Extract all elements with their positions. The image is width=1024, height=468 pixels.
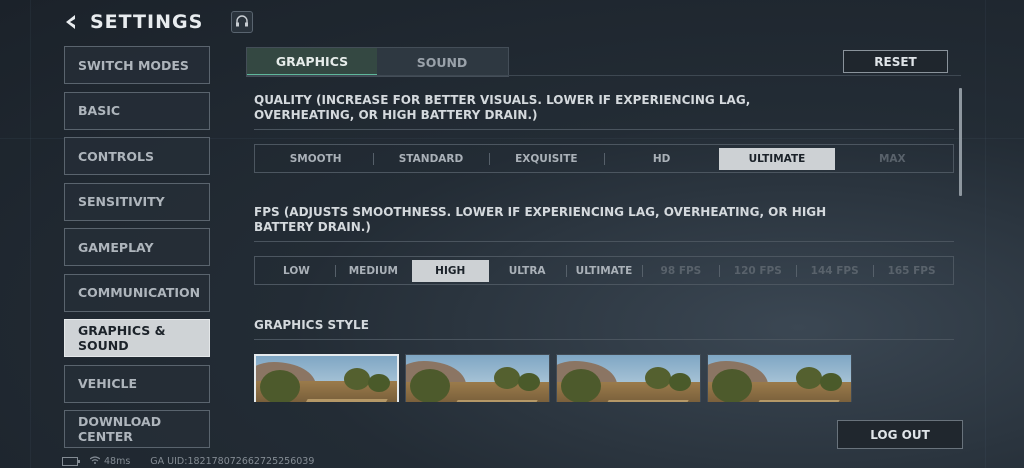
header: SETTINGS xyxy=(62,10,254,34)
sidebar-item-switch-modes[interactable]: SWITCH MODES xyxy=(64,46,210,84)
fps-title: FPS (ADJUSTS SMOOTHNESS. LOWER IF EXPERI… xyxy=(254,205,827,234)
sidebar-item-label: SENSITIVITY xyxy=(78,194,165,209)
sidebar-item-label: VEHICLE xyxy=(78,376,138,391)
quality-section: QUALITY (INCREASE FOR BETTER VISUALS. LO… xyxy=(254,93,954,173)
ping-value: 48ms xyxy=(104,456,131,467)
tab-graphics[interactable]: GRAPHICS xyxy=(247,48,377,76)
divider xyxy=(246,75,961,76)
bg-grid-line xyxy=(30,0,31,468)
fps-option-120: 120 FPS xyxy=(719,260,796,282)
tab-bar: GRAPHICS SOUND xyxy=(246,47,509,77)
sidebar-item-label: BASIC xyxy=(78,103,121,118)
quality-option-standard[interactable]: STANDARD xyxy=(373,148,488,170)
bg-grid-line xyxy=(985,0,986,468)
divider xyxy=(254,339,954,340)
fps-option-low[interactable]: LOW xyxy=(258,260,335,282)
sidebar-item-gameplay[interactable]: GAMEPLAY xyxy=(64,228,210,266)
settings-content: QUALITY (INCREASE FOR BETTER VISUALS. LO… xyxy=(254,80,954,402)
fps-section: FPS (ADJUSTS SMOOTHNESS. LOWER IF EXPERI… xyxy=(254,205,954,285)
graphics-style-option-3[interactable] xyxy=(556,354,701,402)
fps-option-ultra[interactable]: ULTRA xyxy=(489,260,566,282)
sidebar-item-vehicle[interactable]: VEHICLE xyxy=(64,364,210,403)
quality-option-exquisite[interactable]: EXQUISITE xyxy=(488,148,604,170)
graphics-style-option-4[interactable] xyxy=(707,354,852,402)
quality-option-smooth[interactable]: SMOOTH xyxy=(258,148,373,170)
page-title: SETTINGS xyxy=(90,11,204,33)
fps-option-ultimate[interactable]: ULTIMATE xyxy=(565,260,643,282)
battery-icon xyxy=(62,457,80,466)
divider xyxy=(254,129,954,130)
sidebar-item-basic[interactable]: BASIC xyxy=(64,91,210,130)
sidebar-item-graphics-sound[interactable]: GRAPHICS & SOUND xyxy=(64,319,210,357)
sidebar-item-label: GRAPHICS & SOUND xyxy=(78,323,166,353)
tab-sound[interactable]: SOUND xyxy=(377,48,507,76)
wifi-icon xyxy=(89,456,101,467)
back-arrow-icon[interactable] xyxy=(62,13,80,31)
content-scrollbar[interactable] xyxy=(959,88,962,196)
sidebar-item-label: GAMEPLAY xyxy=(78,239,154,255)
sidebar-item-label: SWITCH MODES xyxy=(78,57,189,73)
fps-option-98: 98 FPS xyxy=(642,260,719,282)
graphics-style-list xyxy=(254,354,954,402)
sidebar-item-communication[interactable]: COMMUNICATION xyxy=(64,273,210,312)
fps-option-144: 144 FPS xyxy=(796,260,873,282)
fps-option-high[interactable]: HIGH xyxy=(411,259,489,282)
sidebar-item-label: COMMUNICATION xyxy=(78,285,201,300)
quality-title: QUALITY (INCREASE FOR BETTER VISUALS. LO… xyxy=(254,93,751,122)
sidebar-item-label: DOWNLOAD CENTER xyxy=(78,414,162,444)
graphics-style-title: GRAPHICS STYLE xyxy=(254,318,369,332)
logout-button[interactable]: LOG OUT xyxy=(837,420,963,449)
uid-label: GA UID:182178072662725256039 xyxy=(150,456,315,467)
reset-button[interactable]: RESET xyxy=(843,50,948,73)
quality-option-hd[interactable]: HD xyxy=(603,148,719,170)
sidebar-item-download-center[interactable]: DOWNLOAD CENTER xyxy=(64,410,210,448)
graphics-style-option-1[interactable] xyxy=(254,354,399,402)
divider xyxy=(254,241,954,242)
graphics-style-option-2[interactable] xyxy=(405,354,550,402)
fps-selector: LOW MEDIUM HIGH ULTRA ULTIMATE 98 FPS 12… xyxy=(254,256,954,285)
settings-sidebar: SWITCH MODES BASIC CONTROLS SENSITIVITY … xyxy=(64,46,210,456)
sidebar-item-controls[interactable]: CONTROLS xyxy=(64,137,210,175)
graphics-style-section: GRAPHICS STYLE xyxy=(254,318,954,402)
status-bar: 48ms GA UID:182178072662725256039 xyxy=(62,456,314,467)
sidebar-item-label: CONTROLS xyxy=(78,148,155,164)
fps-option-medium[interactable]: MEDIUM xyxy=(334,260,412,282)
headset-icon[interactable] xyxy=(231,11,254,33)
quality-option-max: MAX xyxy=(878,152,906,165)
sidebar-item-sensitivity[interactable]: SENSITIVITY xyxy=(64,182,210,221)
fps-option-165: 165 FPS xyxy=(873,260,950,282)
quality-option-ultimate[interactable]: ULTIMATE xyxy=(719,147,835,170)
quality-selector: SMOOTH STANDARD EXQUISITE HD ULTIMATE MA… xyxy=(254,144,954,173)
